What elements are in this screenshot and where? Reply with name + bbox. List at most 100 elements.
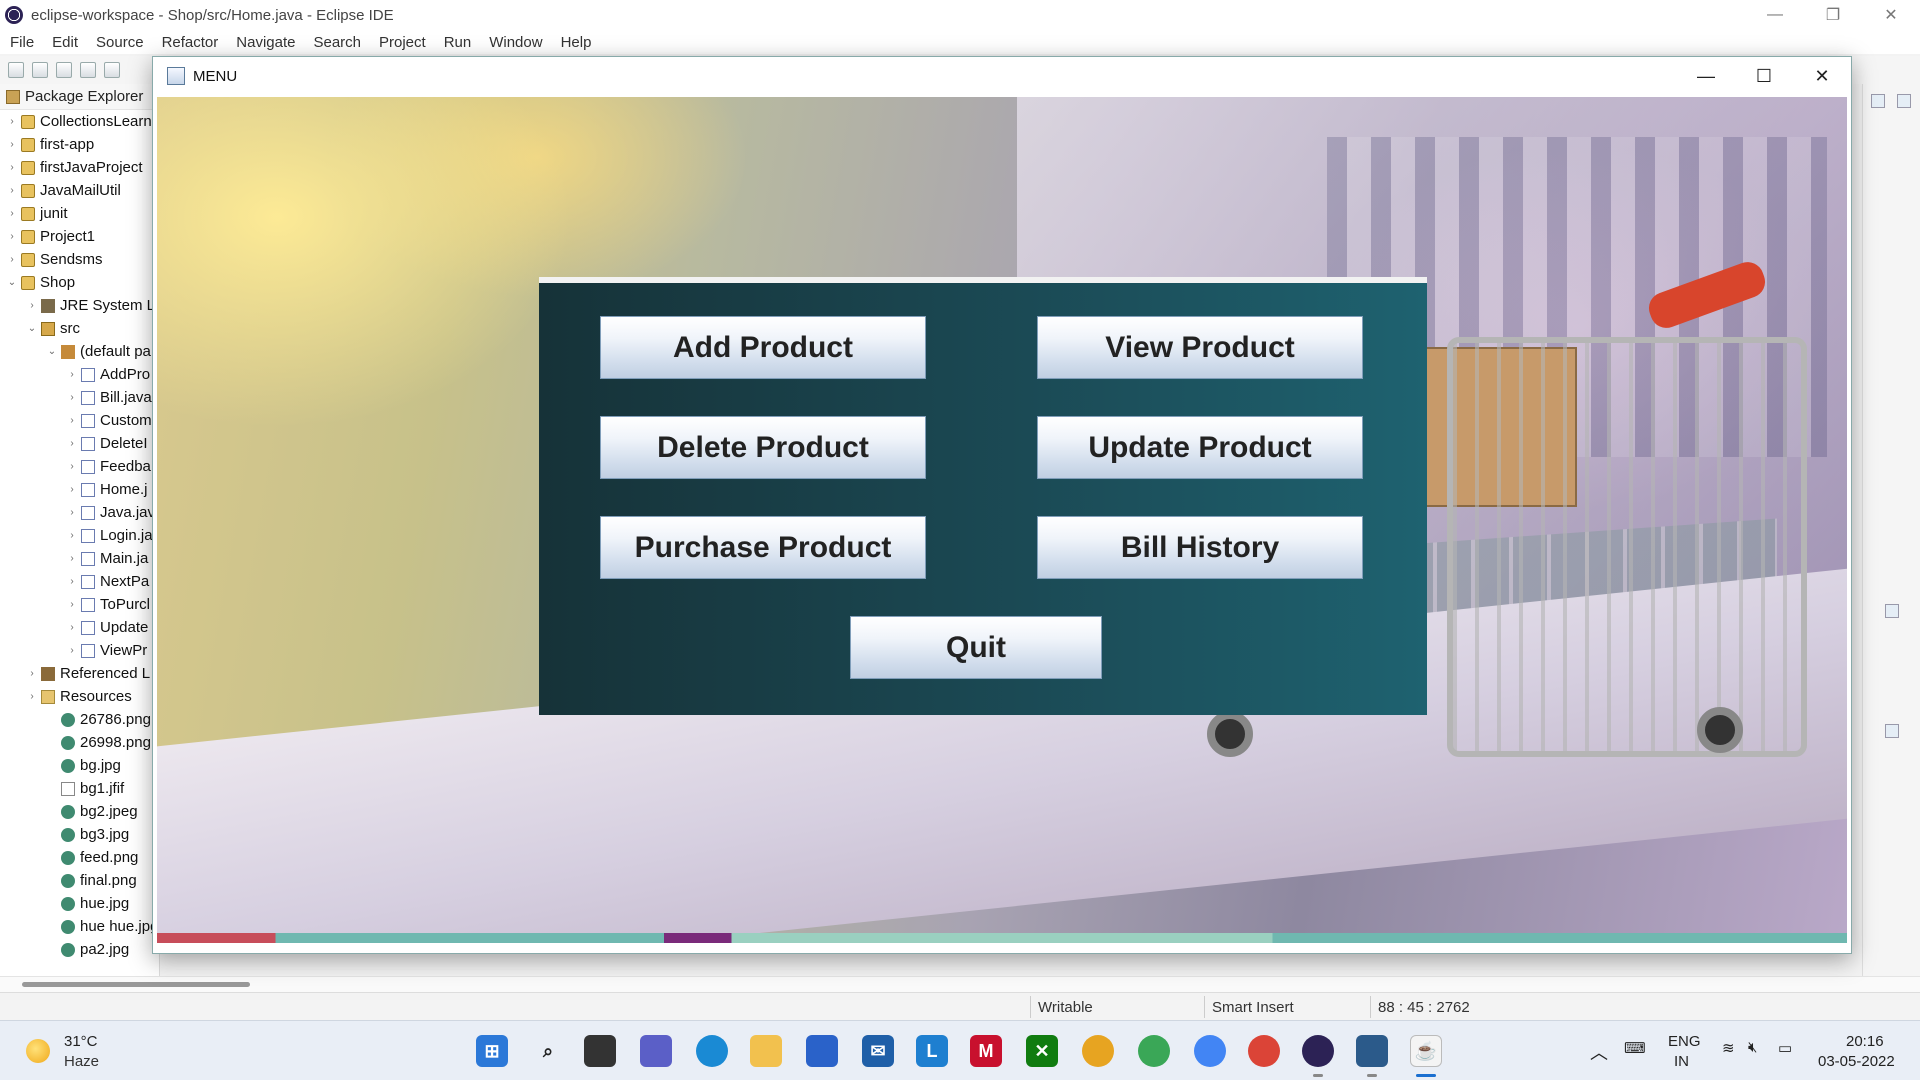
task-view-icon[interactable] — [584, 1035, 616, 1067]
tree-item[interactable]: › firstJavaProject — [0, 156, 159, 179]
minimize-icon[interactable]: — — [1746, 0, 1804, 30]
chrome-profile-icon[interactable] — [1194, 1035, 1226, 1067]
close-icon[interactable]: ✕ — [1862, 0, 1920, 30]
tree-item[interactable]: feed.png — [0, 846, 159, 869]
expanded-twisty-icon[interactable]: ⌄ — [26, 317, 38, 340]
clock-time[interactable]: 20:16 — [1846, 1033, 1884, 1050]
chrome-profile-icon[interactable] — [1248, 1035, 1280, 1067]
collapsed-twisty-icon[interactable]: › — [66, 593, 78, 616]
purchase-product-button[interactable]: Purchase Product — [600, 516, 926, 579]
search-icon[interactable]: ⌕ — [532, 1035, 564, 1067]
start-icon[interactable]: ⊞ — [476, 1035, 508, 1067]
java-taskbar-icon[interactable]: ☕ — [1410, 1035, 1442, 1067]
menu-run[interactable]: Run — [444, 34, 472, 51]
package-explorer-header[interactable]: Package Explorer — [0, 84, 159, 110]
tree-item[interactable]: › JRE System Li — [0, 294, 159, 317]
menu-file[interactable]: File — [10, 34, 34, 51]
tree-item[interactable]: bg1.jfif — [0, 777, 159, 800]
tree-item[interactable]: bg3.jpg — [0, 823, 159, 846]
tree-item[interactable]: › Login.ja — [0, 524, 159, 547]
tree-item[interactable]: › Java.jav — [0, 501, 159, 524]
minimize-icon[interactable]: — — [1677, 57, 1735, 95]
collapsed-twisty-icon[interactable]: › — [66, 386, 78, 409]
java-perspective-icon[interactable] — [1897, 94, 1911, 108]
tree-item[interactable]: › first-app — [0, 133, 159, 156]
language-line1[interactable]: ENG — [1668, 1033, 1701, 1050]
collapsed-twisty-icon[interactable]: › — [66, 524, 78, 547]
collapsed-twisty-icon[interactable]: › — [66, 501, 78, 524]
tree-item[interactable]: › Referenced L — [0, 662, 159, 685]
horizontal-scrollbar[interactable] — [0, 976, 1920, 992]
tree-item[interactable]: › DeleteI — [0, 432, 159, 455]
collapsed-twisty-icon[interactable]: › — [6, 133, 18, 156]
save-icon[interactable] — [32, 62, 48, 78]
menu-navigate[interactable]: Navigate — [236, 34, 295, 51]
collapsed-twisty-icon[interactable]: › — [66, 570, 78, 593]
menu-project[interactable]: Project — [379, 34, 426, 51]
tree-item[interactable]: bg2.jpeg — [0, 800, 159, 823]
tree-item[interactable]: pa2.jpg — [0, 938, 159, 961]
tree-item[interactable]: › ViewPr — [0, 639, 159, 662]
tree-item[interactable]: ⌄ (default pa — [0, 340, 159, 363]
edge-icon[interactable] — [696, 1035, 728, 1067]
language-line2[interactable]: IN — [1674, 1053, 1689, 1070]
collapsed-twisty-icon[interactable]: › — [66, 455, 78, 478]
minimize-view-icon[interactable] — [1885, 724, 1899, 738]
open-perspective-icon[interactable] — [1871, 94, 1885, 108]
wifi-icon[interactable]: ≋ — [1722, 1039, 1735, 1057]
tree-item[interactable]: ⌄ src — [0, 317, 159, 340]
menu-refactor[interactable]: Refactor — [162, 34, 219, 51]
collapsed-twisty-icon[interactable]: › — [66, 616, 78, 639]
tree-item[interactable]: › ToPurcl — [0, 593, 159, 616]
file-explorer-icon[interactable] — [750, 1035, 782, 1067]
maximize-icon[interactable]: ☐ — [1735, 57, 1793, 95]
tree-item[interactable]: › Home.j — [0, 478, 159, 501]
clock-date[interactable]: 03-05-2022 — [1818, 1053, 1895, 1070]
menu-source[interactable]: Source — [96, 34, 144, 51]
close-icon[interactable]: ✕ — [1793, 57, 1851, 95]
view-product-button[interactable]: View Product — [1037, 316, 1363, 379]
tree-item[interactable]: hue.jpg — [0, 892, 159, 915]
scrollbar-thumb[interactable] — [22, 982, 250, 987]
tree-item[interactable]: 26998.png — [0, 731, 159, 754]
tree-item[interactable]: › Resources — [0, 685, 159, 708]
chrome-icon[interactable] — [1082, 1035, 1114, 1067]
volume-muted-icon[interactable]: 🔇︎ — [1748, 1039, 1757, 1056]
collapsed-twisty-icon[interactable]: › — [6, 202, 18, 225]
collapsed-twisty-icon[interactable]: › — [66, 409, 78, 432]
tray-overflow-icon[interactable]: ︿ — [1590, 1039, 1608, 1065]
tree-item[interactable]: › Update — [0, 616, 159, 639]
collapsed-twisty-icon[interactable]: › — [6, 156, 18, 179]
tree-item[interactable]: bg.jpg — [0, 754, 159, 777]
new-icon[interactable] — [8, 62, 24, 78]
collapsed-twisty-icon[interactable]: › — [26, 685, 38, 708]
collapsed-twisty-icon[interactable]: › — [66, 639, 78, 662]
weather-temperature[interactable]: 31°C — [64, 1033, 98, 1050]
mcafee-icon[interactable]: M — [970, 1035, 1002, 1067]
tree-item[interactable]: hue hue.jpg — [0, 915, 159, 938]
store-icon[interactable] — [806, 1035, 838, 1067]
mail-icon[interactable]: ✉ — [862, 1035, 894, 1067]
xbox-icon[interactable]: ✕ — [1026, 1035, 1058, 1067]
l-app-icon[interactable]: L — [916, 1035, 948, 1067]
tree-item[interactable]: › Project1 — [0, 225, 159, 248]
collapsed-twisty-icon[interactable]: › — [66, 432, 78, 455]
menu-window-titlebar[interactable]: MENU — ☐ ✕ — [153, 57, 1851, 95]
collapsed-twisty-icon[interactable]: › — [66, 363, 78, 386]
bill-history-button[interactable]: Bill History — [1037, 516, 1363, 579]
menu-window[interactable]: Window — [489, 34, 542, 51]
collapsed-twisty-icon[interactable]: › — [26, 662, 38, 685]
tree-item[interactable]: › junit — [0, 202, 159, 225]
tree-item[interactable]: › Feedba — [0, 455, 159, 478]
collapsed-twisty-icon[interactable]: › — [6, 225, 18, 248]
tree-item[interactable]: › Custom — [0, 409, 159, 432]
collapsed-twisty-icon[interactable]: › — [6, 248, 18, 271]
keyboard-icon[interactable]: ⌨ — [1624, 1039, 1646, 1057]
battery-icon[interactable]: ▭ — [1778, 1039, 1792, 1057]
tree-item[interactable]: › Sendsms — [0, 248, 159, 271]
terminal-icon[interactable] — [80, 62, 96, 78]
quit-button[interactable]: Quit — [850, 616, 1102, 679]
menu-edit[interactable]: Edit — [52, 34, 78, 51]
chat-icon[interactable] — [640, 1035, 672, 1067]
menu-help[interactable]: Help — [561, 34, 592, 51]
